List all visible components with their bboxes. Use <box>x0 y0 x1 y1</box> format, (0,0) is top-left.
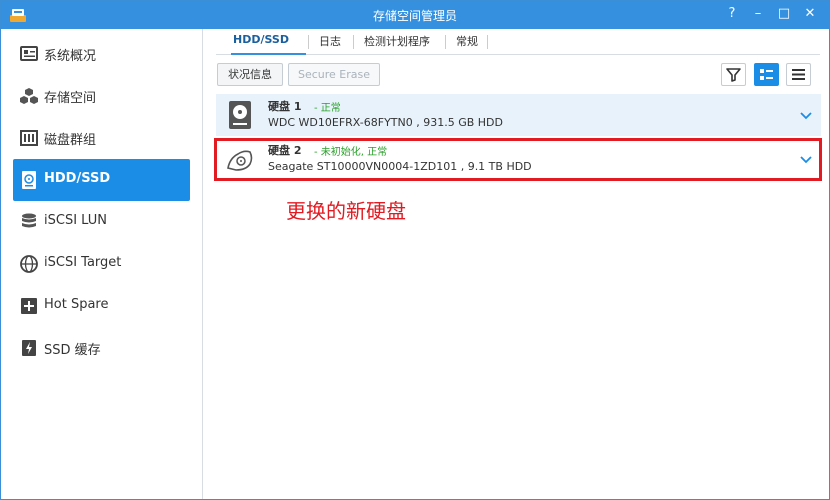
title-bar[interactable]: 存储空间管理员 ? – □ ✕ <box>1 1 829 29</box>
active-tab-indicator <box>231 53 306 55</box>
filter-button[interactable] <box>721 63 746 86</box>
sidebar-item-storage-space[interactable]: 存储空间 <box>13 75 190 117</box>
disk-status: - 正常 <box>314 103 341 114</box>
tab-divider <box>445 35 446 49</box>
main-panel: HDD/SSD 日志 检测计划程序 常规 状况信息 Secure Erase 硬… <box>204 29 830 499</box>
disk-model: Seagate ST10000VN0004-1ZD101 , 9.1 TB HD… <box>268 160 532 173</box>
sidebar-item-iscsi-lun[interactable]: iSCSI LUN <box>13 201 190 243</box>
disk-status: - 未初始化, 正常 <box>314 147 388 158</box>
hdd-icon <box>229 101 251 129</box>
sidebar-item-label: iSCSI LUN <box>44 213 107 228</box>
annotation-text: 更换的新硬盘 <box>286 199 406 223</box>
hdd-uninitialized-icon <box>227 150 253 171</box>
sidebar-item-label: HDD/SSD <box>44 171 111 186</box>
disk-name: 硬盘 2 <box>268 144 302 157</box>
tab-divider <box>308 35 309 49</box>
overview-icon <box>20 46 38 61</box>
database-icon <box>22 213 36 228</box>
tab-test-scheduler[interactable]: 检测计划程序 <box>364 33 430 53</box>
sidebar-item-label: 磁盘群组 <box>44 133 97 148</box>
disk-row-1[interactable]: 硬盘 1 - 正常 WDC WD10EFRX-68FYTN0 , 931.5 G… <box>216 94 821 136</box>
chevron-down-icon[interactable] <box>799 108 813 122</box>
disk-model: WDC WD10EFRX-68FYTN0 , 931.5 GB HDD <box>268 116 503 129</box>
sidebar-item-disk-group[interactable]: 磁盘群组 <box>13 117 190 159</box>
window-title: 存储空间管理员 <box>372 9 457 23</box>
detail-list-icon <box>760 69 773 80</box>
sidebar-item-label: 存储空间 <box>44 91 97 106</box>
tab-bar: HDD/SSD 日志 检测计划程序 常规 <box>216 29 820 55</box>
ssd-cache-icon <box>22 340 36 356</box>
close-button[interactable]: ✕ <box>801 5 819 23</box>
sidebar-item-label: Hot Spare <box>44 297 109 312</box>
disk-group-icon <box>20 130 38 146</box>
maximize-button[interactable]: □ <box>775 5 793 23</box>
app-window: 存储空间管理员 ? – □ ✕ 系统概况 存储空间 磁盘群组 HDD/SSD i… <box>0 0 830 500</box>
sidebar-item-overview[interactable]: 系统概况 <box>13 33 190 75</box>
sidebar-item-label: 系统概况 <box>44 49 97 64</box>
sidebar-item-iscsi-target[interactable]: iSCSI Target <box>13 243 190 285</box>
secure-erase-button[interactable]: Secure Erase <box>288 63 380 86</box>
cubes-icon <box>20 88 38 104</box>
tab-log[interactable]: 日志 <box>319 33 341 53</box>
hdd-icon <box>22 171 36 189</box>
list-icon <box>792 69 805 80</box>
tab-general[interactable]: 常规 <box>456 33 478 53</box>
chevron-down-icon[interactable] <box>799 152 813 166</box>
list-view-button[interactable] <box>786 63 811 86</box>
sidebar-item-hdd-ssd[interactable]: HDD/SSD <box>13 159 190 201</box>
sidebar-item-label: SSD 缓存 <box>44 343 101 358</box>
tab-divider <box>353 35 354 49</box>
sidebar-item-hot-spare[interactable]: Hot Spare <box>13 285 190 327</box>
disk-row-2[interactable]: 硬盘 2 - 未初始化, 正常 Seagate ST10000VN0004-1Z… <box>216 138 821 180</box>
help-button[interactable]: ? <box>723 5 741 23</box>
hot-spare-icon <box>21 298 37 314</box>
tab-hdd-ssd[interactable]: HDD/SSD <box>233 33 289 53</box>
sidebar-item-ssd-cache[interactable]: SSD 缓存 <box>13 327 190 369</box>
filter-icon <box>726 68 741 82</box>
status-info-button[interactable]: 状况信息 <box>217 63 283 86</box>
minimize-button[interactable]: – <box>749 5 767 23</box>
globe-icon <box>20 255 38 273</box>
disk-name: 硬盘 1 <box>268 100 302 113</box>
detail-view-button[interactable] <box>754 63 779 86</box>
tab-divider <box>487 35 488 49</box>
sidebar-item-label: iSCSI Target <box>44 255 122 270</box>
sidebar: 系统概况 存储空间 磁盘群组 HDD/SSD iSCSI LUN iSCSI T… <box>1 29 203 499</box>
